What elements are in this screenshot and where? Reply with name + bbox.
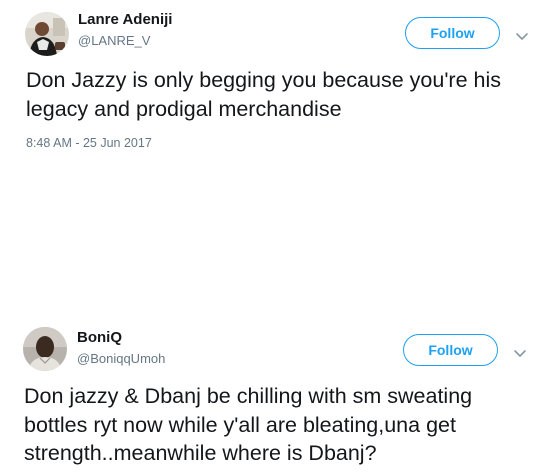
author-display-name[interactable]: Lanre Adeniji <box>78 11 172 28</box>
author-handle[interactable]: @BoniqqUmoh <box>77 351 165 366</box>
author-handle[interactable]: @LANRE_V <box>78 33 150 48</box>
tweet-text: Don Jazzy is only begging you because yo… <box>26 68 501 121</box>
avatar[interactable] <box>25 12 69 56</box>
avatar-image <box>23 327 67 371</box>
tweet: Lanre Adeniji @LANRE_V Follow Don Jazzy … <box>0 0 556 320</box>
avatar[interactable] <box>23 327 67 371</box>
tweet-text: Don jazzy & Dbanj be chilling with sm sw… <box>24 384 473 465</box>
follow-button[interactable]: Follow <box>405 17 500 49</box>
tweet: BoniQ @BoniqqUmoh Follow Don jazzy & Dba… <box>0 320 556 475</box>
follow-button[interactable]: Follow <box>403 334 498 366</box>
tweet-timestamp[interactable]: 8:48 AM - 25 Jun 2017 <box>26 136 152 150</box>
chevron-down-icon[interactable] <box>513 346 527 357</box>
author-display-name[interactable]: BoniQ <box>77 329 122 346</box>
chevron-down-icon[interactable] <box>515 29 529 40</box>
avatar-image <box>25 12 69 56</box>
